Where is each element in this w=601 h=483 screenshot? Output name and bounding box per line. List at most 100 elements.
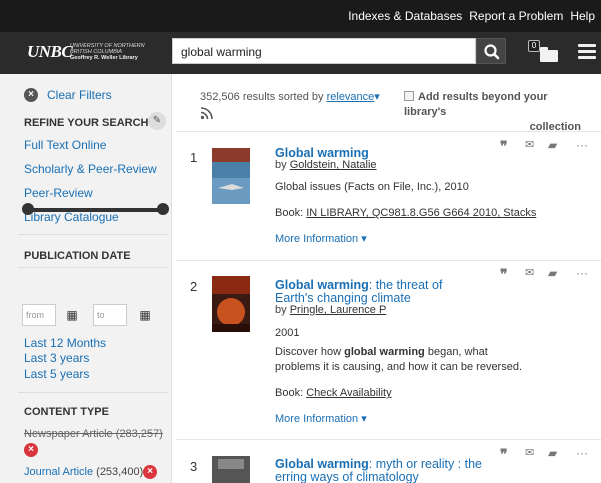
saved-items-folder[interactable]: 0: [528, 40, 560, 66]
book-cover[interactable]: [212, 148, 250, 204]
rss-icon[interactable]: [200, 106, 214, 120]
add-beyond-collection-checkbox[interactable]: Add results beyond your library's collec…: [404, 90, 584, 135]
publication-date-heading: PUBLICATION DATE: [24, 250, 131, 262]
availability-link[interactable]: IN LIBRARY, QC981.8.G56 G664 2010, Stack…: [306, 207, 536, 219]
refine-library-catalogue[interactable]: Library Catalogue: [24, 210, 119, 224]
indexes-databases-link[interactable]: Indexes & Databases: [348, 9, 462, 23]
date-last-3-years[interactable]: Last 3 years: [24, 351, 89, 365]
more-icon[interactable]: ···: [576, 266, 588, 280]
result-title: Global warming: [275, 457, 369, 471]
result-actions: ❞ ✉ ▰ ···: [500, 138, 600, 155]
content-type-heading: CONTENT TYPE: [24, 406, 109, 418]
availability-prefix: Book:: [275, 207, 304, 219]
search-icon: [484, 44, 500, 60]
result-actions: ❞ ✉ ▰ ···: [500, 266, 600, 283]
email-icon[interactable]: ✉: [525, 266, 534, 279]
divider: [176, 260, 601, 261]
divider: [18, 392, 168, 393]
library-logo[interactable]: UNBC UNIVERSITY OF NORTHERN BRITISH COLU…: [27, 42, 157, 64]
sort-dropdown[interactable]: relevance: [327, 91, 375, 103]
calendar-icon[interactable]: ▦: [63, 304, 81, 326]
email-icon[interactable]: ✉: [525, 138, 534, 151]
result-title: Global warming: [275, 146, 369, 160]
more-information-label: More Information: [275, 413, 359, 425]
result-title-line2-text: Earth's changing climate: [275, 291, 411, 305]
result-title-link[interactable]: Global warming: myth or reality : the: [275, 457, 482, 471]
top-bar: Indexes & Databases Report a Problem Hel…: [0, 0, 601, 32]
availability-prefix: Book:: [275, 387, 304, 399]
save-folder-icon[interactable]: ▰: [548, 138, 557, 152]
quote-icon[interactable]: ❞: [500, 446, 508, 463]
result-title-line2[interactable]: erring ways of climatology: [275, 470, 419, 483]
pencil-icon[interactable]: ✎: [148, 112, 166, 130]
help-link[interactable]: Help: [570, 9, 595, 23]
divider: [176, 131, 601, 132]
refine-heading: REFINE YOUR SEARCH: [24, 117, 149, 129]
divider: [18, 234, 168, 235]
date-last-12-months[interactable]: Last 12 Months: [24, 336, 106, 350]
clear-filters-link[interactable]: Clear Filters: [47, 88, 112, 102]
result-availability: Book: IN LIBRARY, QC981.8.G56 G664 2010,…: [275, 207, 536, 219]
exclude-icon[interactable]: ×: [143, 465, 157, 479]
date-from-input[interactable]: from: [22, 304, 56, 326]
more-information-label: More Information: [275, 233, 359, 245]
content-type-journal-article[interactable]: Journal Article (253,400): [24, 466, 143, 478]
desc-bold: global warming: [344, 346, 425, 358]
result-title-link[interactable]: Global warming: the threat of: [275, 278, 442, 292]
results-summary: 352,506 results sorted by relevance▾: [200, 91, 380, 103]
by-prefix: by: [275, 159, 287, 171]
save-folder-icon[interactable]: ▰: [548, 266, 557, 280]
folder-count-badge: 0: [528, 40, 540, 52]
logo-library: Geoffrey R. Weller Library: [70, 55, 138, 61]
report-problem-link[interactable]: Report a Problem: [469, 9, 563, 23]
checkbox[interactable]: [404, 91, 414, 101]
availability-link[interactable]: Check Availability: [306, 387, 391, 399]
results-count: 352,506 results sorted by: [200, 91, 324, 103]
save-folder-icon[interactable]: ▰: [548, 446, 557, 460]
sidebar: × Clear Filters REFINE YOUR SEARCH ✎ Ful…: [0, 74, 172, 483]
hamburger-icon[interactable]: [578, 44, 596, 59]
result-title: Global warming: [275, 278, 369, 292]
divider: [18, 267, 168, 268]
folder-icon: [540, 47, 558, 62]
exclude-icon[interactable]: ×: [24, 443, 38, 457]
desc-post: began, what: [427, 346, 488, 358]
result-author: by Pringle, Laurence P: [275, 304, 386, 316]
divider: [176, 439, 601, 440]
refine-scholarly-peer-review[interactable]: Scholarly & Peer-Review: [24, 162, 157, 176]
result-actions: ❞ ✉ ▰ ···: [500, 446, 600, 463]
date-last-5-years[interactable]: Last 5 years: [24, 367, 89, 381]
book-cover[interactable]: [212, 456, 250, 483]
date-to-input[interactable]: to: [93, 304, 127, 326]
more-information-toggle[interactable]: More Information ▾: [275, 232, 367, 245]
quote-icon[interactable]: ❞: [500, 138, 508, 155]
result-author: by Goldstein, Natalie: [275, 159, 377, 171]
date-slider-min-handle[interactable]: [22, 203, 34, 215]
more-information-toggle[interactable]: More Information ▾: [275, 412, 367, 425]
more-icon[interactable]: ···: [576, 138, 588, 152]
clear-icon[interactable]: ×: [24, 88, 38, 102]
calendar-icon[interactable]: ▦: [136, 304, 154, 326]
content-type-newspaper-article[interactable]: Newspaper Article (283,257): [24, 428, 163, 440]
result-title-link[interactable]: Global warming: [275, 146, 369, 160]
book-cover[interactable]: [212, 276, 250, 332]
author-link[interactable]: Goldstein, Natalie: [290, 159, 377, 171]
date-slider-max-handle[interactable]: [157, 203, 169, 215]
date-slider-track[interactable]: [27, 208, 163, 212]
refine-full-text-online[interactable]: Full Text Online: [24, 138, 106, 152]
quote-icon[interactable]: ❞: [500, 266, 508, 283]
result-number: 1: [190, 150, 198, 165]
refine-peer-review[interactable]: Peer-Review: [24, 186, 93, 200]
author-link[interactable]: Pringle, Laurence P: [290, 304, 387, 316]
search-input[interactable]: global warming: [172, 38, 476, 64]
search-button[interactable]: [476, 38, 506, 64]
result-description: Discover how global warming began, what: [275, 346, 488, 358]
more-icon[interactable]: ···: [576, 446, 588, 460]
add-beyond-label-cont: collection: [529, 121, 581, 133]
content-type-label: Journal Article: [24, 466, 94, 478]
result-title-rest: : myth or reality : the: [368, 457, 482, 471]
result-number: 2: [190, 279, 198, 294]
result-title-line2[interactable]: Earth's changing climate: [275, 291, 411, 305]
email-icon[interactable]: ✉: [525, 446, 534, 459]
result-publisher: Global issues (Facts on File, Inc.), 201…: [275, 181, 469, 193]
